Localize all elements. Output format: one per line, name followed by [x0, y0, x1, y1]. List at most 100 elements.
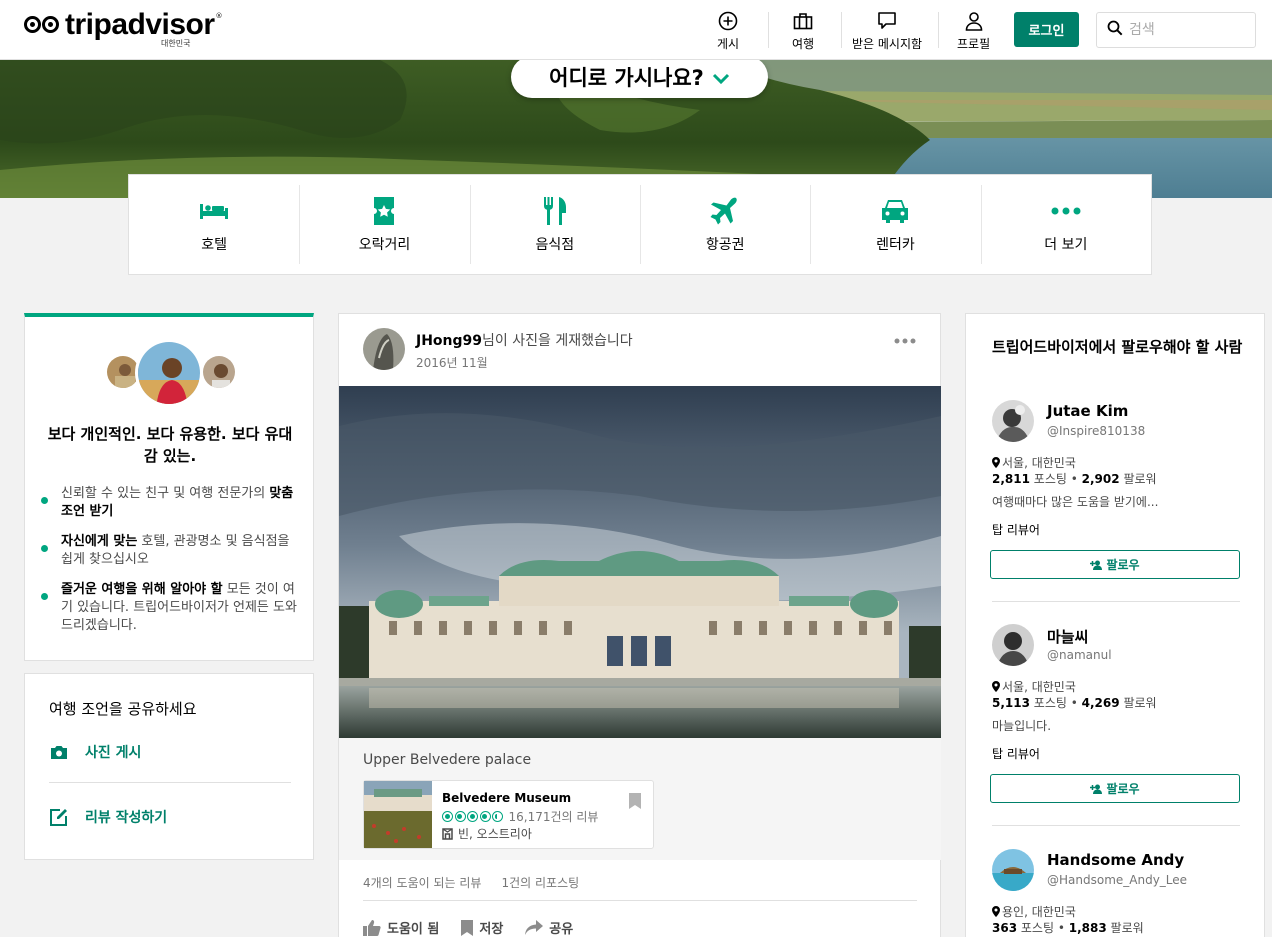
person-badge: 탑 리뷰어 — [992, 523, 1040, 537]
follow-button[interactable]: 팔로우 — [990, 774, 1240, 803]
save-button[interactable]: 저장 — [461, 918, 503, 937]
category-rental-cars[interactable]: 렌터카 — [810, 175, 980, 274]
person-name[interactable]: Jutae Kim — [1047, 402, 1128, 420]
search-icon — [1107, 20, 1123, 40]
helpful-reviews-count: 4개의 도움이 되는 리뷰 — [363, 876, 482, 890]
nav-trips[interactable]: 여행 — [792, 10, 814, 52]
bookmark-icon — [461, 919, 479, 936]
intro-title: 보다 개인적인. 보다 유용한. 보다 유대감 있는. — [47, 425, 293, 465]
person-name[interactable]: Handsome Andy — [1047, 851, 1184, 869]
post-stats: 4개의 도움이 되는 리뷰 1건의 리포스팅 — [363, 874, 579, 891]
post-header: JHong99님이 사진을 게재했습니다 2016년 11월 — [363, 328, 633, 371]
write-review-label: 리뷰 작성하기 — [85, 810, 168, 826]
person-bio: 여행때마다 많은 도움을 받기에... — [992, 495, 1159, 509]
person-stats: 5,113 포스팅 • 4,269 팔로워 — [992, 696, 1157, 710]
follow-button[interactable]: 팔로우 — [990, 550, 1240, 579]
message-icon — [876, 10, 898, 32]
intro-bullet: 즐거운 여행을 위해 알아야 할 모든 것이 여기 있습니다. 트립어드바이저가… — [41, 581, 301, 635]
avatar[interactable] — [992, 400, 1034, 442]
post-actions: 도움이 됨 저장 공유 — [363, 918, 595, 937]
add-person-icon — [1090, 560, 1106, 570]
where-to-go-button[interactable]: 어디로 가시나요? — [511, 56, 768, 98]
tripadvisor-logo[interactable]: tripadvisor ® 대한민국 — [24, 10, 223, 48]
nav-profile[interactable]: 프로필 — [957, 10, 990, 52]
avatar[interactable] — [992, 624, 1034, 666]
category-flights-label: 항공권 — [705, 236, 745, 253]
write-review-link[interactable]: 리뷰 작성하기 — [49, 807, 167, 827]
category-hotels-label: 호텔 — [201, 236, 228, 253]
suitcase-icon — [792, 10, 814, 32]
location-pin-icon — [992, 906, 1000, 917]
category-hotels[interactable]: 호텔 — [129, 175, 299, 274]
nav-inbox[interactable]: 받은 메시지함 — [852, 10, 922, 52]
edit-icon — [49, 807, 69, 827]
share-title: 여행 조언을 공유하세요 — [49, 700, 197, 718]
nav-profile-label: 프로필 — [957, 37, 991, 51]
place-rating: 16,171건의 리뷰 — [442, 808, 598, 825]
person-name[interactable]: 마늘씨 — [1047, 626, 1088, 647]
feed-post-card: JHong99님이 사진을 게재했습니다 2016년 11월 Upper Bel… — [338, 313, 941, 937]
place-location: 빈, 오스트리아 — [442, 825, 532, 842]
place-review-count[interactable]: 16,171건의 리뷰 — [509, 808, 599, 825]
post-date: 2016년 11월 — [416, 356, 488, 370]
nav-trips-label: 여행 — [792, 37, 815, 51]
landmark-icon — [442, 827, 453, 840]
logo-region: 대한민국 — [161, 39, 191, 48]
post-details: Upper Belvedere palace Belvedere Museum … — [339, 738, 941, 860]
intro-card: 보다 개인적인. 보다 유용한. 보다 유대감 있는. 신뢰할 수 있는 친구 … — [24, 313, 314, 661]
category-attractions-label: 오락거리 — [358, 236, 411, 253]
bed-icon — [199, 196, 229, 226]
avatar[interactable] — [992, 849, 1034, 891]
place-card[interactable]: Belvedere Museum 16,171건의 리뷰 빈, 오스트리아 — [363, 780, 654, 849]
follow-suggestion: 마늘씨 @namanul 서울, 대한민국 5,113 포스팅 • 4,269 … — [990, 624, 1242, 804]
helpful-button[interactable]: 도움이 됨 — [363, 918, 439, 937]
avatar — [201, 354, 237, 390]
ticket-icon — [369, 196, 399, 226]
post-author[interactable]: JHong99 — [416, 333, 482, 349]
more-options-icon[interactable] — [894, 334, 916, 344]
person-stats: 363 포스팅 • 1,883 팔로워 — [992, 921, 1144, 935]
category-more-label: 더 보기 — [1044, 236, 1088, 253]
follow-title: 트립어드바이저에서 팔로우해야 할 사람 — [992, 338, 1243, 356]
category-more[interactable]: 더 보기 — [980, 175, 1151, 274]
rating-bubbles-icon — [442, 811, 505, 822]
location-pin-icon — [992, 681, 1000, 692]
person-bio: 마늘입니다. — [992, 719, 1052, 733]
follow-suggestion: Jutae Kim @Inspire810138 서울, 대한민국 2,811 … — [990, 400, 1242, 580]
category-rental-cars-label: 렌터카 — [876, 236, 915, 253]
avatar-group — [105, 339, 237, 407]
nav-inbox-label: 받은 메시지함 — [852, 37, 923, 51]
post-photo-link[interactable]: 사진 게시 — [49, 742, 141, 762]
plane-icon — [710, 196, 740, 226]
bookmark-icon[interactable] — [629, 793, 641, 813]
person-handle: @namanul — [1047, 648, 1112, 662]
search-box[interactable] — [1096, 12, 1256, 48]
place-name[interactable]: Belvedere Museum — [442, 791, 571, 805]
reposts-count: 1건의 리포스팅 — [501, 876, 580, 890]
person-location: 용인, 대한민국 — [992, 903, 1076, 920]
follow-suggestion: Handsome Andy @Handsome_Andy_Lee 용인, 대한민… — [992, 849, 1242, 937]
place-thumbnail — [364, 781, 432, 848]
camera-icon — [49, 742, 69, 762]
intro-bullet: 자신에게 맞는 호텔, 관광명소 및 음식점을 쉽게 찾으십시오 — [41, 533, 301, 569]
post-photo[interactable] — [339, 386, 941, 738]
share-arrow-icon — [525, 919, 549, 936]
category-restaurants[interactable]: 음식점 — [469, 175, 640, 274]
person-handle: @Inspire810138 — [1047, 424, 1146, 438]
person-handle: @Handsome_Andy_Lee — [1047, 873, 1188, 887]
category-restaurants-label: 음식점 — [535, 236, 575, 253]
thumbs-up-icon — [363, 919, 387, 936]
add-person-icon — [1090, 784, 1106, 794]
share-button[interactable]: 공유 — [525, 918, 573, 937]
nav-post[interactable]: 게시 — [717, 10, 739, 52]
profile-icon — [963, 10, 985, 32]
search-input[interactable] — [1129, 22, 1239, 38]
nav-post-label: 게시 — [717, 37, 740, 51]
person-stats: 2,811 포스팅 • 2,902 팔로워 — [992, 472, 1157, 486]
category-attractions[interactable]: 오락거리 — [299, 175, 469, 274]
person-location: 서울, 대한민국 — [992, 678, 1076, 695]
fork-knife-icon — [540, 196, 570, 226]
category-flights[interactable]: 항공권 — [639, 175, 810, 274]
avatar[interactable] — [363, 328, 405, 370]
login-button[interactable]: 로그인 — [1014, 12, 1079, 47]
